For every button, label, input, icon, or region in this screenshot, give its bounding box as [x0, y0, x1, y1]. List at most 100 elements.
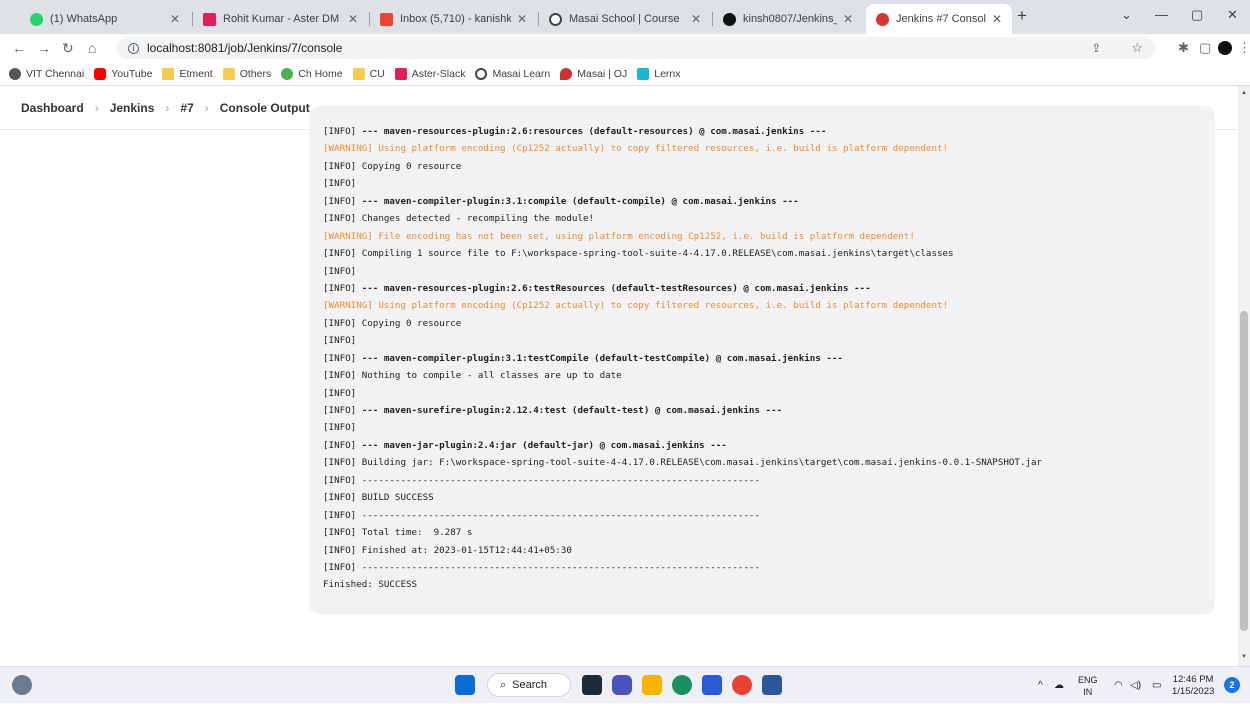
tab-whatsapp[interactable]: (1) WhatsApp ✕: [20, 4, 190, 34]
bookmark-etment[interactable]: Etment: [162, 67, 213, 80]
url-text: localhost:8081/job/Jenkins/7/console: [147, 41, 343, 55]
scrollbar-thumb[interactable]: [1240, 311, 1248, 631]
side-panel-icon[interactable]: ▢: [1199, 40, 1211, 56]
taskbar-search[interactable]: ⌕ Search: [487, 673, 571, 697]
tab-github[interactable]: kinsh0807/Jenkins_Maven ✕: [713, 4, 863, 34]
language-indicator[interactable]: ENG IN: [1078, 667, 1098, 704]
console-warning-line: [WARNING] Using platform encoding (Cp125…: [323, 143, 949, 155]
store-icon[interactable]: [702, 675, 722, 695]
bookmark-youtube[interactable]: YouTube: [94, 67, 153, 80]
clock-time: 12:46 PM: [1172, 673, 1214, 685]
wifi-icon[interactable]: ◠: [1114, 667, 1123, 704]
scroll-up-icon[interactable]: ▲: [1241, 90, 1247, 96]
console-line-bold: --- maven-surefire-plugin:2.12.4:test (d…: [361, 405, 783, 416]
close-icon[interactable]: ✕: [843, 12, 853, 26]
tab-slack[interactable]: Rohit Kumar - Aster DM He ✕: [193, 4, 368, 34]
address-bar[interactable]: i localhost:8081/job/Jenkins/7/console ⇪…: [117, 37, 1155, 59]
bookmark-star-icon[interactable]: ☆: [1131, 40, 1143, 56]
scroll-down-icon[interactable]: ▼: [1241, 654, 1247, 660]
jenkins-icon: [876, 12, 889, 26]
close-icon[interactable]: ✕: [348, 12, 358, 26]
masai-icon: [549, 12, 562, 26]
console-warning-line: [WARNING] File encoding has not been set…: [323, 230, 915, 242]
bookmark-cu[interactable]: CU: [352, 67, 385, 80]
tab-label: Jenkins #7 Console [Jenkins: [896, 13, 986, 25]
console-line-prefix: [INFO]: [323, 195, 362, 207]
word-icon[interactable]: [762, 675, 782, 695]
minimize-button[interactable]: —: [1155, 7, 1168, 22]
console-line: [INFO] --- maven-compiler-plugin:3.1:com…: [323, 193, 1201, 210]
console-line: [INFO] Changes detected - recompiling th…: [323, 213, 595, 225]
bookmark-ch-home[interactable]: Ch Home: [281, 67, 343, 80]
console-line: [INFO]: [323, 335, 357, 347]
chrome-icon[interactable]: [732, 675, 752, 695]
lang-bottom: IN: [1083, 686, 1093, 697]
back-icon[interactable]: ←: [12, 34, 26, 62]
breadcrumb-jenkins[interactable]: Jenkins: [110, 101, 155, 115]
close-icon[interactable]: ✕: [170, 12, 180, 26]
tab-search-chevron-icon[interactable]: ⌄: [1121, 7, 1132, 23]
github-icon: [723, 12, 736, 26]
clock[interactable]: 12:46 PM 1/15/2023: [1172, 667, 1214, 704]
console-line-prefix: [INFO]: [323, 352, 362, 364]
windows-start-icon[interactable]: [455, 675, 475, 695]
page-content: Dashboard › Jenkins › #7 › Console Outpu…: [0, 86, 1238, 666]
breadcrumb-build-7[interactable]: #7: [180, 101, 193, 115]
menu-icon[interactable]: ⋮: [1238, 40, 1250, 56]
console-line: [INFO] --- maven-resources-plugin:2.6:re…: [323, 123, 1201, 140]
console-line: [INFO] --- maven-surefire-plugin:2.12.4:…: [323, 402, 1201, 419]
close-window-button[interactable]: ✕: [1227, 7, 1238, 23]
notification-badge[interactable]: 2: [1224, 677, 1240, 693]
console-line: [INFO]: [323, 178, 357, 190]
battery-icon[interactable]: ▭: [1152, 667, 1161, 704]
tray-chevron-icon[interactable]: ^: [1038, 667, 1043, 704]
console-line-prefix: [INFO]: [323, 439, 362, 451]
console-line: Finished: SUCCESS: [323, 579, 418, 591]
console-line: [INFO] Copying 0 resource: [323, 160, 462, 172]
teams-icon[interactable]: [612, 675, 632, 695]
volume-icon[interactable]: ◁): [1130, 667, 1141, 704]
console-line-bold: --- maven-resources-plugin:2.6:testResou…: [361, 282, 871, 294]
bookmark-masai-oj[interactable]: Masai | OJ: [560, 67, 627, 80]
close-icon[interactable]: ✕: [691, 12, 701, 26]
folder-icon: [352, 67, 365, 80]
site-info-icon[interactable]: i: [128, 42, 139, 54]
share-icon[interactable]: ⇪: [1091, 41, 1101, 55]
reload-icon[interactable]: ↻: [62, 34, 74, 62]
page-scrollbar[interactable]: ▲ ▼: [1238, 86, 1250, 666]
bookmark-masai-learn[interactable]: Masai Learn: [475, 67, 550, 80]
bookmark-aster-slack[interactable]: Aster-Slack: [394, 67, 466, 80]
bookmark-others[interactable]: Others: [222, 67, 271, 80]
tab-jenkins-active[interactable]: Jenkins #7 Console [Jenkins ✕: [866, 4, 1012, 34]
slack-icon: [394, 67, 407, 80]
breadcrumb-console-output[interactable]: Console Output: [220, 101, 310, 115]
folder-icon: [162, 67, 175, 80]
profile-avatar[interactable]: [1218, 41, 1232, 55]
new-tab-button[interactable]: +: [1017, 6, 1027, 26]
bookmark-label: Aster-Slack: [411, 67, 466, 80]
task-view-icon[interactable]: [582, 675, 602, 695]
bookmark-label: YouTube: [111, 67, 153, 80]
onedrive-icon[interactable]: ☁: [1054, 667, 1064, 704]
tab-label: Masai School | Course: [569, 13, 680, 25]
console-line: [INFO] --- maven-resources-plugin:2.6:te…: [323, 280, 1201, 297]
close-icon[interactable]: ✕: [517, 12, 527, 26]
extensions-icon[interactable]: ✱: [1178, 40, 1189, 56]
close-icon[interactable]: ✕: [992, 12, 1002, 26]
chhome-icon: [281, 67, 294, 80]
bookmark-vit-chennai[interactable]: VIT Chennai: [9, 67, 84, 80]
chevron-right-icon: ›: [204, 100, 209, 115]
tab-gmail[interactable]: Inbox (5,710) - kanishka.sh ✕: [370, 4, 537, 34]
home-icon[interactable]: ⌂: [88, 34, 96, 62]
forward-icon[interactable]: →: [37, 34, 51, 62]
file-explorer-icon[interactable]: [642, 675, 662, 695]
console-line: [INFO] Nothing to compile - all classes …: [323, 370, 622, 382]
weather-icon[interactable]: [12, 675, 32, 695]
bookmark-lernx[interactable]: Lernx: [637, 67, 681, 80]
console-line-bold: --- maven-jar-plugin:2.4:jar (default-ja…: [361, 439, 727, 451]
restore-button[interactable]: ▢: [1191, 7, 1203, 23]
edge-icon[interactable]: [672, 675, 692, 695]
lang-top: ENG: [1078, 674, 1098, 685]
breadcrumb-dashboard[interactable]: Dashboard: [21, 101, 84, 115]
tab-masai[interactable]: Masai School | Course ✕: [539, 4, 711, 34]
